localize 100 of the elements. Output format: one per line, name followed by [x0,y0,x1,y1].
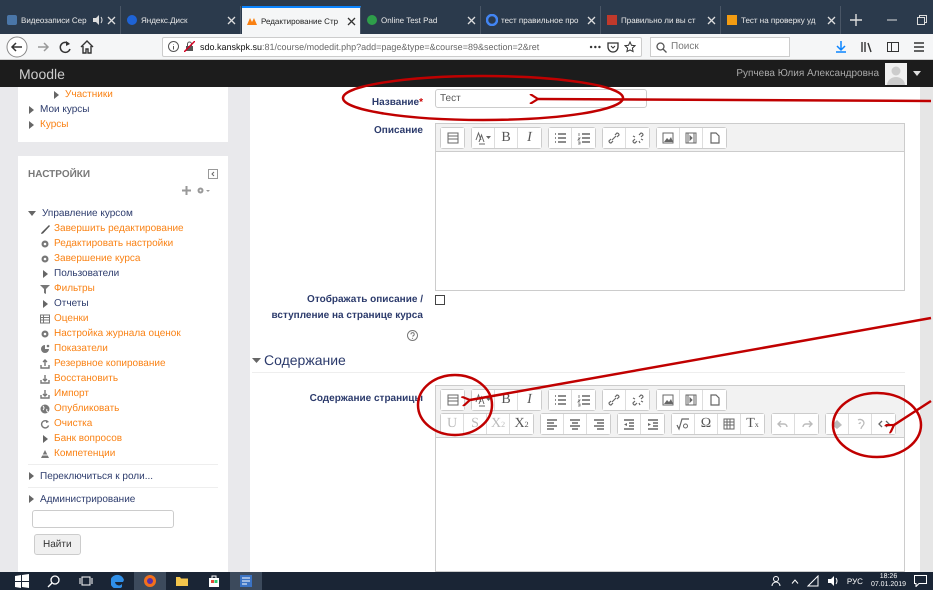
gear-icon [40,328,50,338]
insecure-lock-icon [184,41,195,52]
collapse-arrow-icon[interactable] [252,356,261,365]
favicon-icon [606,14,618,26]
address-bar[interactable]: sdo.kanskpk.su:81/course/modedit.php?add=page&type=&course=89&section=2&ret ••• [162,36,642,56]
sidebar-icon[interactable] [887,40,899,52]
toolbar-button[interactable] [541,414,564,434]
toolbar-button[interactable] [549,128,572,148]
user-name[interactable]: Рупчева Юлия Александровна [736,68,879,79]
network-icon[interactable] [806,575,819,587]
download-icon [40,374,50,384]
chevron-up-icon[interactable] [790,578,799,584]
avatar-icon[interactable] [885,62,907,84]
download-icon[interactable] [835,40,847,52]
close-icon[interactable] [347,16,356,26]
menu-icon[interactable] [913,40,925,52]
search-field[interactable]: Поиск [650,36,790,56]
home-icon[interactable] [80,40,94,54]
link-icon [606,392,622,408]
toolbar-button[interactable] [657,390,680,410]
people-icon[interactable] [770,575,783,587]
toolbar-button[interactable] [603,390,626,410]
expand-arrow-icon[interactable] [28,472,34,480]
caret-icon[interactable] [913,71,921,76]
unlink-icon [630,392,646,408]
expand-arrow-icon[interactable] [42,434,48,442]
field-label: Описание [374,125,423,136]
tree-node[interactable]: Администрирование [40,494,136,504]
media-icon [683,392,699,408]
table-icon [40,314,50,324]
required-mark: * [419,97,423,108]
toolbar-button[interactable] [603,128,626,148]
star-icon[interactable] [624,40,636,52]
pencil-icon [40,224,50,234]
toolbar-toggle-icon [444,392,460,408]
field-label: Отображать описание / вступление на странице курса [272,294,423,321]
font-size-icon [475,130,491,146]
favicon-icon [126,14,138,26]
image-icon [660,130,676,146]
chart-icon [40,344,50,354]
search-button[interactable]: Найти [34,534,81,555]
section-title[interactable]: Содержание [264,352,346,368]
unlink-icon [630,130,646,146]
volume-icon[interactable] [826,575,839,587]
toolbar-button[interactable] [672,414,695,434]
speaker-icon[interactable] [92,14,104,26]
forward-icon[interactable] [36,40,50,54]
move-icon[interactable] [182,186,191,195]
equation-icon [675,416,691,432]
search-field[interactable] [32,510,174,528]
filter-icon [40,284,50,294]
menu-item[interactable]: Пользователи [54,268,120,279]
refresh-icon [40,418,50,428]
pocket-icon[interactable] [607,40,619,52]
menu-item[interactable]: Мои курсы [40,104,90,115]
toolbar-toggle-icon [444,130,460,146]
triangle-icon [40,448,50,458]
block-title: НАСТРОЙКИ [28,168,90,180]
collapse-arrow-icon[interactable] [28,210,36,216]
toolbar-button[interactable] [472,128,495,148]
notification-icon[interactable] [914,575,927,587]
site-brand[interactable]: Moodle [19,66,65,82]
expand-arrow-icon[interactable] [28,495,34,503]
link-icon [606,130,622,146]
upload-icon [40,358,50,368]
image-icon [660,392,676,408]
url-host: sdo.kanskpk.su [200,42,262,52]
font-size-icon [475,392,491,408]
favicon-icon [6,14,18,26]
app-window-icon[interactable] [230,572,262,590]
browser-tab[interactable]: Редактирование Стр [242,6,361,34]
dock-icon[interactable] [208,169,218,179]
menu-item[interactable]: Отчеты [54,298,89,309]
checkbox[interactable] [435,294,445,305]
library-icon[interactable] [861,40,873,52]
new-tab-icon[interactable] [850,14,862,26]
globe-icon [40,404,50,414]
favicon-icon [726,14,738,26]
toolbar-button[interactable] [657,128,680,148]
scrollbar[interactable] [920,87,933,572]
favicon-icon [486,14,498,26]
help-icon[interactable] [407,330,418,341]
expand-arrow-icon[interactable] [53,90,59,98]
url-path: :81/course/modedit.php?add=page&type=&course=89&section=2&ret [262,42,540,52]
table-icon [721,416,737,432]
restore-icon[interactable] [917,15,927,25]
favicon-icon [366,14,378,26]
numbered-list-icon [576,392,592,408]
toolbar-button[interactable] [618,414,641,434]
reload-icon[interactable] [58,40,72,54]
expand-arrow-icon[interactable] [42,270,48,278]
language-indicator[interactable]: РУС [846,576,863,586]
toolbar-button[interactable] [549,390,572,410]
tree-node[interactable]: Управление курсом [42,208,133,218]
info-icon [168,41,179,52]
settings-icon[interactable] [196,186,210,195]
expand-arrow-icon[interactable] [42,300,48,308]
back-icon[interactable] [6,36,28,58]
page-actions-menu[interactable]: ••• [590,42,602,52]
tree-node[interactable]: Переключиться к роли... [40,470,154,482]
